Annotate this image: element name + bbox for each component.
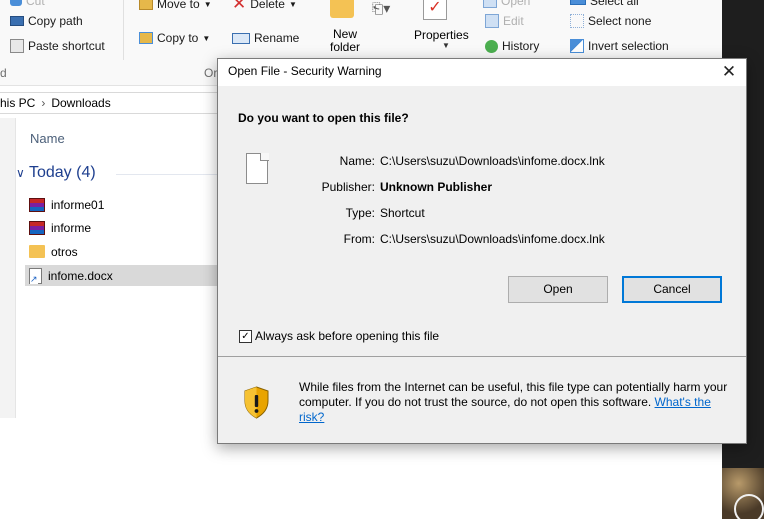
chevron-down-icon: ▼ [202,33,211,43]
dialog-question: Do you want to open this file? [238,111,409,125]
field-label-from: From: [343,232,375,246]
field-label-publisher: Publisher: [321,180,375,194]
address-bar[interactable]: his PC › Downloads [0,92,218,114]
close-icon[interactable]: ✕ [712,59,746,86]
invert-selection-button[interactable]: Invert selection [570,39,669,53]
dialog-divider [218,356,746,357]
group-divider [116,174,218,175]
select-all-button[interactable]: Select all [570,0,639,8]
chevron-down-icon: ▼ [203,0,212,9]
rar-archive-icon [29,197,45,212]
file-row-selected[interactable]: infome.docx [25,265,218,286]
invert-selection-icon [570,39,584,53]
move-to-button[interactable]: Move to ▼ [139,0,212,11]
field-value-type: Shortcut [380,206,425,220]
cancel-button[interactable]: Cancel [622,276,722,303]
properties-button[interactable]: Properties [414,28,469,42]
copy-to-button[interactable]: Copy to ▼ [139,31,210,45]
clipboard-group-label: d [0,66,7,80]
paste-shortcut-icon [10,39,24,53]
new-folder-icon [330,0,354,18]
file-row[interactable]: informe01 [28,194,218,215]
warning-message: While files from the Internet can be use… [299,380,729,425]
edit-button[interactable]: Edit [485,14,524,28]
open-button[interactable]: Open [508,276,608,303]
security-warning-dialog: Open File - Security Warning ✕ Do you wa… [217,58,747,444]
ribbon-separator [123,0,124,60]
column-header-name[interactable]: Name [30,131,65,146]
dialog-title: Open File - Security Warning [228,64,382,78]
copy-to-icon [139,32,153,44]
document-fold [260,153,269,161]
field-value-name: C:\Users\suzu\Downloads\infome.docx.lnk [380,154,605,168]
chevron-down-icon: ▼ [288,0,297,9]
chevron-down-icon[interactable]: ▼ [442,41,450,50]
group-header-today[interactable]: ∨ Today (4) [16,164,96,182]
rename-icon [232,32,250,44]
history-icon [485,39,498,53]
move-to-icon [139,0,153,10]
rename-button[interactable]: Rename [232,31,299,45]
delete-x-icon: ✕ [232,0,247,13]
navigation-pane [0,118,16,418]
field-label-name: Name: [339,154,375,168]
chevron-right-icon: › [41,96,46,110]
field-value-publisher: Unknown Publisher [380,180,493,194]
breadcrumb-this-pc[interactable]: his PC [0,96,35,110]
cut-button[interactable]: Cut [10,0,45,8]
copy-path-icon [10,16,24,26]
new-folder-button[interactable]: New folder [328,28,362,54]
field-value-from: C:\Users\suzu\Downloads\infome.docx.lnk [380,232,605,246]
history-button[interactable]: History [485,39,539,53]
chevron-down-icon: ∨ [16,166,25,180]
properties-check-icon: ✓ [423,0,447,20]
breadcrumb-downloads[interactable]: Downloads [51,96,110,110]
dialog-title-bar[interactable]: Open File - Security Warning ✕ [218,59,746,86]
field-label-type: Type: [345,206,375,220]
file-row[interactable]: informe [28,217,218,238]
warning-shield-icon [244,386,269,419]
paste-shortcut-button[interactable]: Paste shortcut [10,39,105,53]
new-item-icon[interactable]: ⎗▾ [372,0,394,26]
select-none-icon [570,14,584,28]
select-none-button[interactable]: Select none [570,14,651,28]
rar-archive-icon [29,220,45,235]
open-icon [483,0,497,8]
circle-icon [734,494,764,519]
folder-icon [29,245,45,258]
always-ask-option[interactable]: ✓ Always ask before opening this file [239,329,439,343]
file-row[interactable]: otros [28,241,218,262]
shortcut-file-icon [29,267,42,284]
delete-button[interactable]: ✕ Delete ▼ [232,0,297,13]
always-ask-label: Always ask before opening this file [255,329,440,343]
always-ask-checkbox[interactable]: ✓ [239,329,252,343]
open-button-ribbon[interactable]: Open [483,0,530,8]
select-all-icon [570,0,586,5]
scissors-icon [10,0,22,6]
copy-path-button[interactable]: Copy path [10,14,83,28]
edit-icon [485,14,499,28]
